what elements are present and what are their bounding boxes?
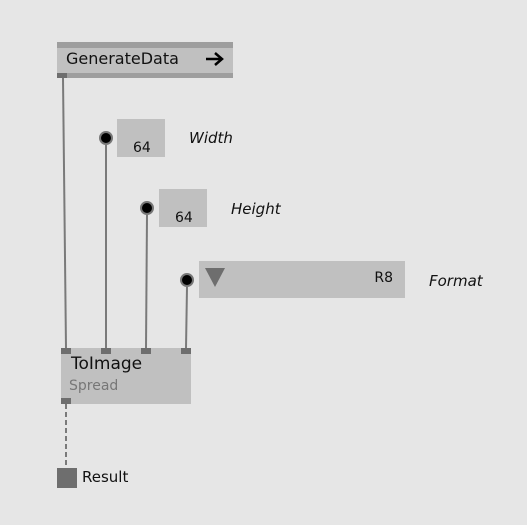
format-value: R8 <box>374 270 393 286</box>
height-value[interactable]: 64 <box>175 210 193 226</box>
node-title: ToImage <box>71 354 143 374</box>
link-format-to-toimage[interactable] <box>185 286 188 349</box>
node-subtitle: Spread <box>69 378 119 394</box>
output-pin[interactable] <box>57 73 67 78</box>
node-top-bar <box>57 42 233 48</box>
input-pin-height[interactable] <box>141 348 151 354</box>
output-pin[interactable] <box>61 398 71 404</box>
result-label: Result <box>82 468 129 486</box>
input-pin-data[interactable] <box>61 348 71 354</box>
generatedata-node[interactable]: GenerateData <box>57 42 233 78</box>
result-pin[interactable] <box>57 468 77 488</box>
link-height-to-toimage[interactable] <box>145 214 148 349</box>
height-pin-dot[interactable] <box>140 201 154 215</box>
toimage-node[interactable]: ToImage Spread <box>61 348 191 404</box>
format-dropdown[interactable]: R8 <box>199 261 405 298</box>
dropdown-triangle-icon[interactable] <box>205 268 225 287</box>
width-value[interactable]: 64 <box>133 140 151 156</box>
node-title: GenerateData <box>66 49 179 68</box>
arrow-right-icon[interactable] <box>205 51 225 67</box>
height-label: Height <box>231 200 281 218</box>
width-label: Width <box>189 129 233 147</box>
format-label: Format <box>429 272 483 290</box>
width-iobox[interactable]: 64 <box>117 119 165 157</box>
width-pin-dot[interactable] <box>99 131 113 145</box>
height-iobox[interactable]: 64 <box>159 189 207 227</box>
link-generatedata-to-toimage[interactable] <box>62 77 67 349</box>
format-pin-dot[interactable] <box>180 273 194 287</box>
input-pin-format[interactable] <box>181 348 191 354</box>
node-bottom-bar <box>57 73 233 78</box>
